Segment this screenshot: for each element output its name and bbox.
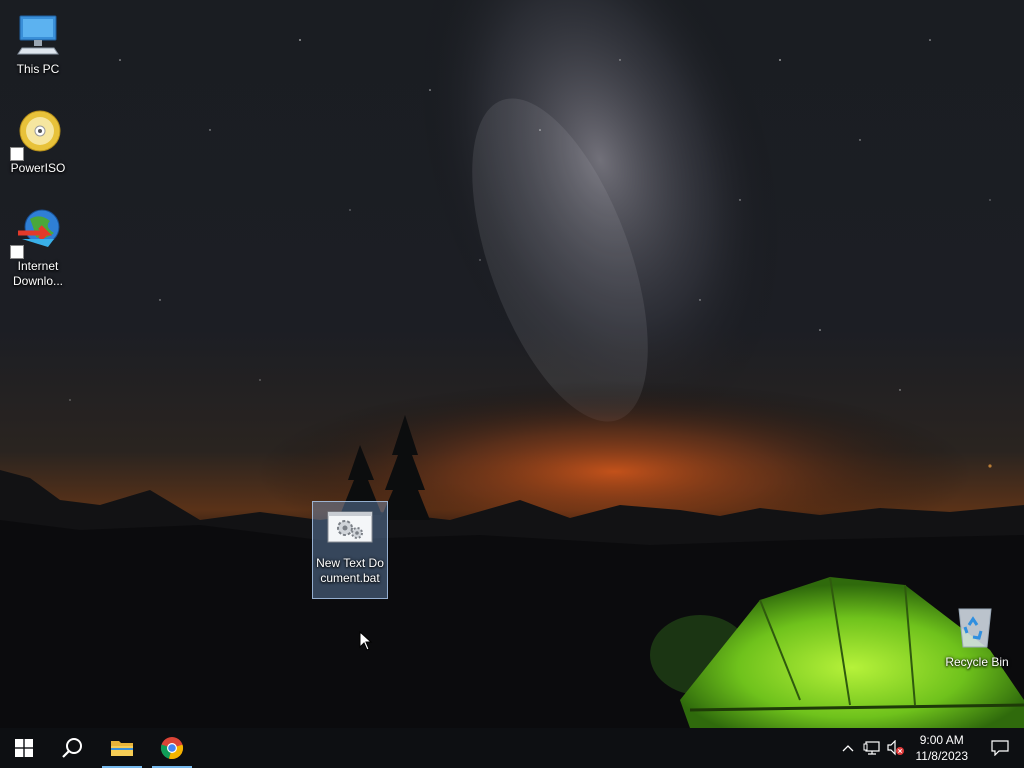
shortcut-arrow-icon [10,245,24,259]
search-button[interactable] [48,728,96,768]
folder-icon [111,741,133,756]
desktop-icon-label: New Text Document.bat [316,556,384,585]
network-tray-button[interactable] [860,728,884,768]
poweriso-disc-icon [10,109,62,161]
clock-time: 9:00 AM [919,733,964,747]
chevron-up-icon [842,745,853,752]
desktop-icon-label: This PC [16,62,60,76]
action-center-button[interactable] [976,728,1024,768]
desktop-icon-poweriso[interactable]: PowerISO [0,107,76,180]
desktop-icon-label: Internet Downlo... [12,259,64,288]
desktop-icon-internet-download-manager[interactable]: Internet Downlo... [0,205,76,293]
windows-logo-icon [15,739,33,757]
taskbar-google-chrome[interactable] [148,728,196,768]
volume-muted-icon [886,740,904,756]
taskbar-file-explorer[interactable] [98,728,146,768]
notification-icon [991,740,1009,756]
shortcut-arrow-icon [10,147,24,161]
internet-download-manager-icon [10,207,62,259]
show-hidden-icons-button[interactable] [836,728,860,768]
recycle-bin-icon [951,603,999,651]
desktop-icon-new-text-document-bat[interactable]: New Text Document.bat [312,501,388,599]
desktop-icon-label: Recycle Bin [945,655,1009,669]
start-button[interactable] [0,728,48,768]
search-icon [62,738,82,758]
taskbar-clock[interactable]: 9:00 AM 11/8/2023 [908,732,977,764]
taskbar: 9:00 AM 11/8/2023 [0,728,1024,768]
computer-icon [14,10,62,58]
volume-tray-button[interactable] [884,728,908,768]
batch-file-icon [326,504,374,552]
desktop-icon-label: PowerISO [10,161,66,175]
desktop-icon-recycle-bin[interactable]: Recycle Bin [937,601,1013,674]
network-icon [863,741,880,755]
mouse-cursor-icon [359,631,373,651]
desktop-icon-this-pc[interactable]: This PC [0,8,76,81]
chrome-icon [160,737,184,760]
system-tray: 9:00 AM 11/8/2023 [836,728,1024,768]
desktop-wallpaper [0,0,1024,728]
clock-date: 11/8/2023 [915,749,969,763]
